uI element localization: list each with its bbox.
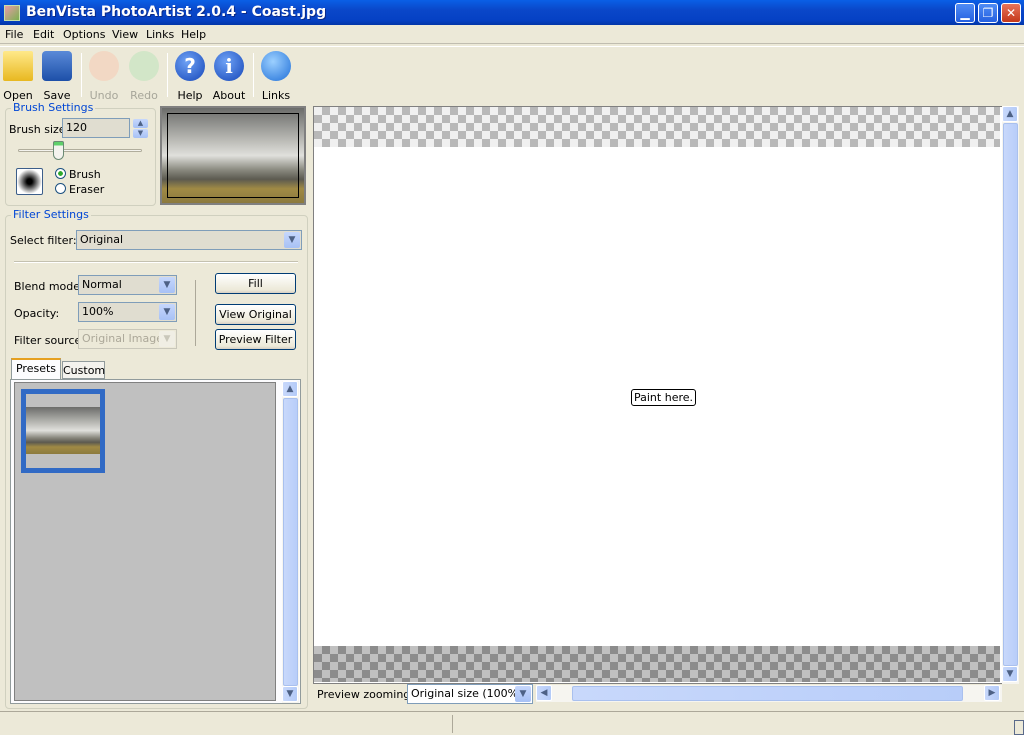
minimize-icon: ▁ — [960, 6, 970, 20]
menu-bar: File Edit Options View Links Help — [0, 25, 1024, 44]
scrollbar-thumb[interactable] — [283, 398, 298, 686]
menu-view[interactable]: View — [112, 28, 138, 41]
save-button[interactable]: Save — [39, 51, 75, 102]
preset-item[interactable] — [21, 389, 105, 473]
brush-size-slider-track[interactable] — [18, 149, 142, 152]
canvas-horizontal-scrollbar[interactable]: ◀ ▶ — [536, 685, 1002, 702]
floppy-disk-icon — [42, 51, 72, 81]
folder-open-icon — [3, 51, 33, 81]
scroll-down-icon[interactable]: ▼ — [282, 686, 298, 702]
app-icon — [4, 5, 20, 21]
brush-size-slider-thumb[interactable] — [52, 141, 64, 160]
presets-scrollbar[interactable]: ▲ ▼ — [282, 381, 299, 703]
brush-size-spinner[interactable]: ▲ ▼ — [133, 119, 148, 138]
status-bar — [0, 711, 1024, 735]
help-button[interactable]: ? Help — [172, 51, 208, 102]
close-icon: ✕ — [1005, 6, 1017, 20]
resize-grip-icon[interactable] — [1014, 720, 1024, 735]
chevron-down-icon: ▼ — [159, 277, 175, 293]
menu-help[interactable]: Help — [181, 28, 206, 41]
canvas-tooltip: Paint here. — [631, 389, 697, 406]
redo-icon — [129, 51, 159, 81]
fill-button[interactable]: Fill — [215, 273, 296, 294]
filter-source-dropdown[interactable]: Original Image ▼ — [78, 329, 177, 349]
spin-down-icon[interactable]: ▼ — [133, 129, 148, 138]
filter-source-label: Filter source: — [14, 334, 85, 347]
restore-button[interactable]: ❐ — [978, 3, 998, 23]
tab-presets[interactable]: Presets — [11, 358, 61, 380]
scroll-down-icon[interactable]: ▼ — [1002, 666, 1018, 682]
close-button[interactable]: ✕ — [1001, 3, 1021, 23]
filter-settings-title: Filter Settings — [11, 208, 91, 221]
globe-icon — [261, 51, 291, 81]
chevron-down-icon: ▼ — [515, 686, 531, 702]
menu-edit[interactable]: Edit — [33, 28, 54, 41]
undo-icon — [89, 51, 119, 81]
brush-settings-title: Brush Settings — [11, 101, 96, 114]
help-icon: ? — [175, 51, 205, 81]
redo-button[interactable]: Redo — [126, 51, 162, 102]
chevron-down-icon: ▼ — [284, 232, 300, 248]
brush-preview-icon — [16, 168, 43, 195]
restore-icon: ❐ — [982, 6, 994, 20]
blend-mode-dropdown[interactable]: Normal ▼ — [78, 275, 177, 295]
opacity-dropdown[interactable]: 100% ▼ — [78, 302, 177, 322]
preview-filter-button[interactable]: Preview Filter — [215, 329, 296, 350]
brush-radio[interactable] — [55, 168, 66, 179]
canvas-area[interactable]: Paint here. — [313, 106, 1002, 684]
status-divider — [452, 715, 453, 733]
scrollbar-thumb[interactable] — [1003, 123, 1018, 666]
scroll-up-icon[interactable]: ▲ — [282, 381, 298, 397]
menu-options[interactable]: Options — [63, 28, 105, 41]
scroll-up-icon[interactable]: ▲ — [1002, 106, 1018, 122]
preview-zooming-label: Preview zooming: — [317, 688, 414, 701]
select-filter-dropdown[interactable]: Original ▼ — [76, 230, 302, 250]
brush-size-input[interactable]: 120 — [62, 118, 130, 138]
eraser-radio[interactable] — [55, 183, 66, 194]
scroll-left-icon[interactable]: ◀ — [536, 685, 552, 701]
chevron-down-icon: ▼ — [159, 304, 175, 320]
brush-size-label: Brush size: — [9, 123, 70, 136]
minimize-button[interactable]: ▁ — [955, 3, 975, 23]
divider — [195, 280, 196, 346]
image-preview-thumbnail — [160, 106, 306, 205]
links-button[interactable]: Links — [258, 51, 294, 102]
spin-up-icon[interactable]: ▲ — [133, 119, 148, 128]
open-button[interactable]: Open — [0, 51, 36, 102]
transparency-bottom — [314, 646, 1000, 682]
canvas-vertical-scrollbar[interactable]: ▲ ▼ — [1002, 106, 1019, 684]
menu-file[interactable]: File — [5, 28, 23, 41]
undo-button[interactable]: Undo — [86, 51, 122, 102]
select-filter-label: Select filter: — [10, 234, 77, 247]
toolbar: Open Save Undo Redo ? Help i About Links — [0, 46, 1024, 102]
blend-mode-label: Blend mode: — [14, 280, 84, 293]
preset-thumbnail — [26, 407, 100, 454]
title-bar: BenVista PhotoArtist 2.0.4 - Coast.jpg ▁… — [0, 0, 1024, 25]
preview-zooming-dropdown[interactable]: Original size (100%) ▼ — [407, 684, 533, 704]
brush-radio-label[interactable]: Brush — [69, 168, 101, 181]
chevron-down-icon: ▼ — [159, 331, 175, 347]
view-original-button[interactable]: View Original — [215, 304, 296, 325]
menu-links[interactable]: Links — [146, 28, 174, 41]
opacity-label: Opacity: — [14, 307, 60, 320]
window-title: BenVista PhotoArtist 2.0.4 - Coast.jpg — [26, 4, 327, 20]
about-button[interactable]: i About — [211, 51, 247, 102]
info-icon: i — [214, 51, 244, 81]
eraser-radio-label[interactable]: Eraser — [69, 183, 104, 196]
scrollbar-thumb[interactable] — [572, 686, 963, 701]
transparency-top — [314, 107, 1000, 147]
scroll-right-icon[interactable]: ▶ — [984, 685, 1000, 701]
divider — [14, 261, 298, 263]
tab-custom[interactable]: Custom — [62, 361, 105, 379]
